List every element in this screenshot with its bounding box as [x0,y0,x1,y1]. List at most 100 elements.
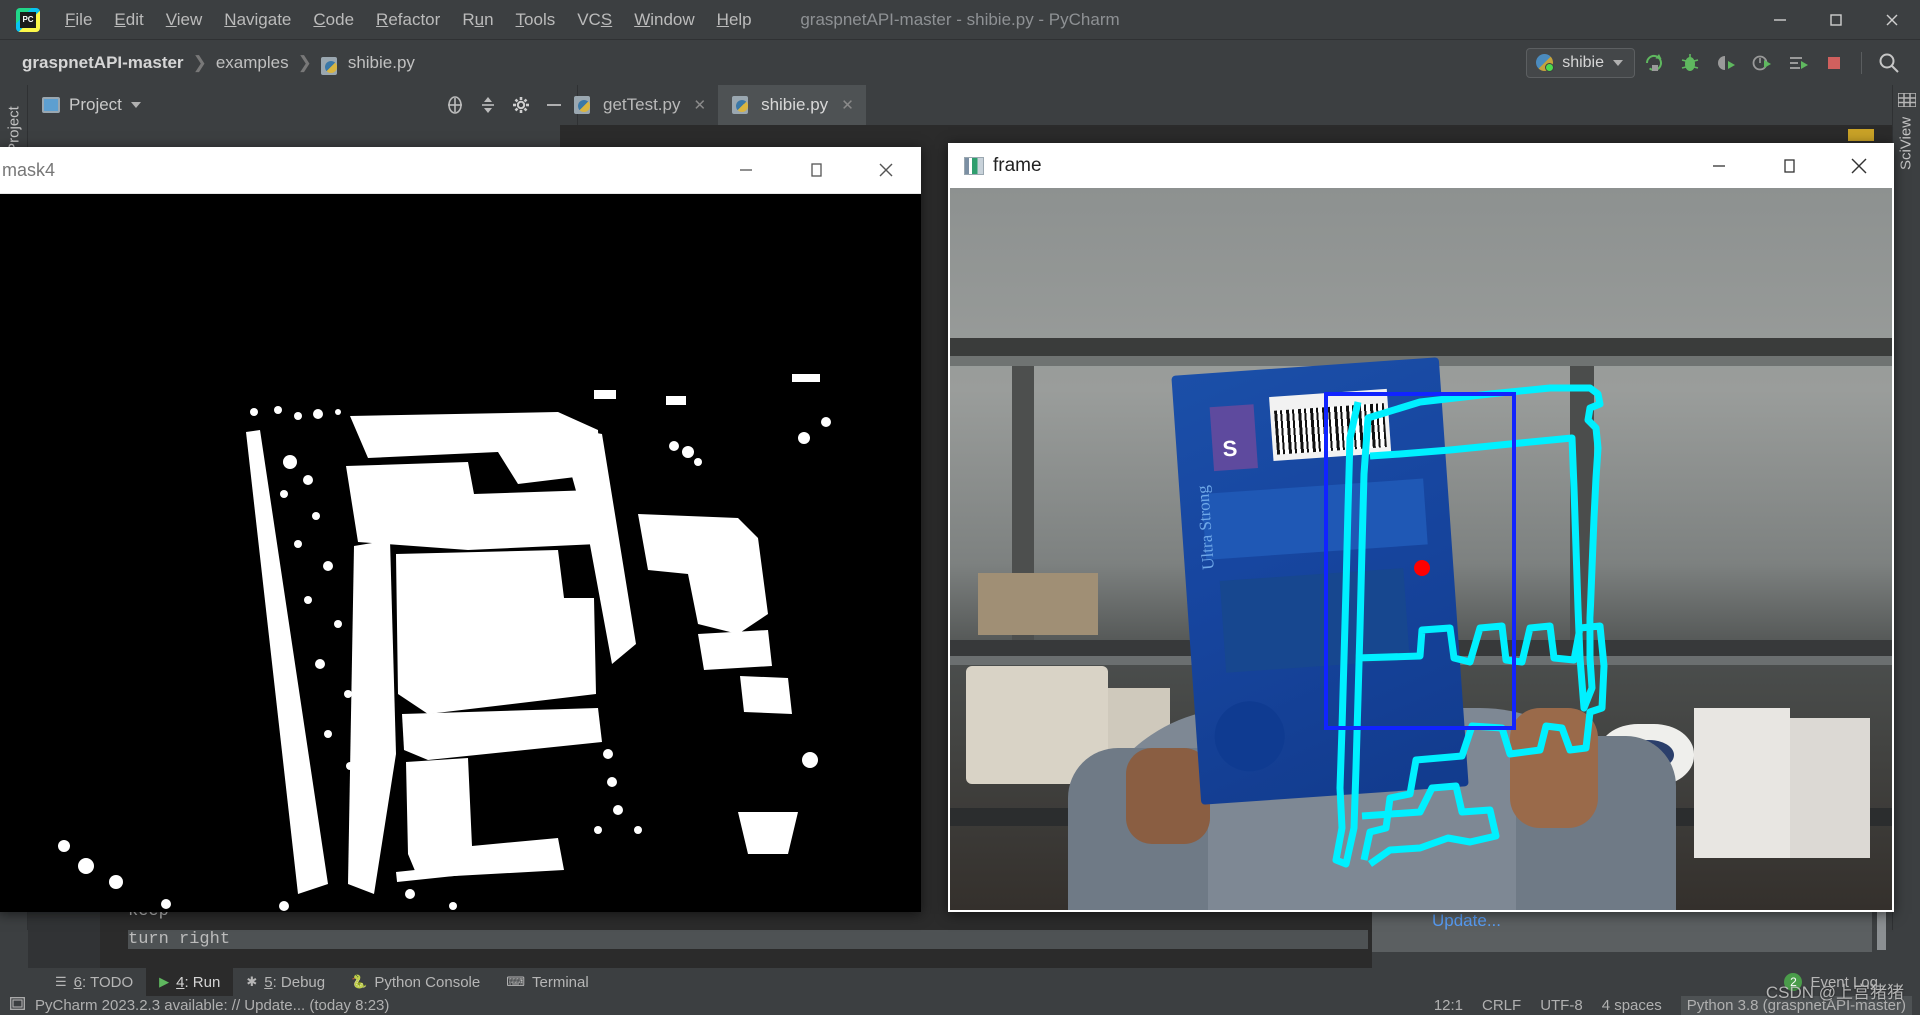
run-play-icon: ▶ [159,974,169,990]
bottom-tool-label: 6: TODO [74,974,133,991]
rerun-icon[interactable] [1637,47,1671,79]
window-controls [1752,0,1920,40]
message-box-icon [10,997,25,1014]
breadcrumb-separator-1: ❯ [193,53,207,73]
editor-tab-label: shibie.py [761,95,828,115]
concurrency-icon[interactable] [1781,47,1815,79]
minimize-icon[interactable] [1684,142,1754,189]
python-file-icon [321,57,337,75]
maximize-icon[interactable] [1808,0,1864,40]
run-config-label: shibie [1562,54,1604,72]
breadcrumb: graspnetAPI-master ❯ examples ❯ shibie.p… [22,53,415,73]
file-encoding[interactable]: UTF-8 [1540,997,1583,1014]
opencv-image-icon [964,157,984,175]
menu-item-code[interactable]: Code [302,6,365,34]
inspection-warning-marker[interactable] [1848,129,1874,141]
maximize-icon[interactable] [781,147,851,194]
close-icon[interactable] [1824,142,1894,189]
bottom-tool-terminal[interactable]: ⌨ Terminal [493,968,601,996]
bottom-tool-buttons: ☰6: TODO▶4: Run✱5: Debug🐍Python Console⌨… [42,968,602,996]
mask4-window-controls [711,147,921,194]
watermark: CSDN @上宫猪猪 [1766,978,1904,1003]
debug-icon[interactable] [1673,47,1707,79]
target-icon[interactable] [440,90,470,120]
mask4-canvas [0,194,921,912]
minimize-icon[interactable] [1752,0,1808,40]
editor-tab-shibie-py[interactable]: shibie.py ✕ [718,85,866,125]
close-icon[interactable]: ✕ [694,96,707,114]
menu-item-file[interactable]: File [54,6,103,34]
bottom-tool-label: 4: Run [176,974,220,991]
collapse-all-icon[interactable] [473,90,503,120]
console-line-1: turn right [128,930,1368,949]
pycharm-logo-icon [16,8,40,32]
todo-list-icon: ☰ [55,974,67,990]
breadcrumb-project[interactable]: graspnetAPI-master [22,53,184,73]
close-icon[interactable] [1864,0,1920,40]
status-message-group[interactable]: PyCharm 2023.2.3 available: // Update...… [10,997,389,1014]
editor-tabs: getTest.py ✕ shibie.py ✕ [560,85,866,125]
menu-item-view[interactable]: View [155,6,214,34]
menu-item-navigate[interactable]: Navigate [213,6,302,34]
project-view-icon [42,97,60,113]
menu-item-edit[interactable]: Edit [103,6,154,34]
menu-item-vcs[interactable]: VCS [566,6,623,34]
python-console-icon: 🐍 [351,974,367,990]
bottom-tool-window-bar: ☰6: TODO▶4: Run✱5: Debug🐍Python Console⌨… [0,968,1920,996]
terminal-icon: ⌨ [506,974,525,990]
coverage-icon[interactable] [1709,47,1743,79]
frame-window-controls [1684,142,1894,189]
right-tool-strip: SciView [1892,85,1920,930]
bottom-tool-debug[interactable]: ✱ 5: Debug [233,968,338,996]
frame-title: frame [993,155,1042,177]
chevron-down-icon[interactable] [131,102,141,108]
main-menu: FileEditViewNavigateCodeRefactorRunTools… [54,6,763,34]
line-separator[interactable]: CRLF [1482,997,1521,1014]
bottom-tool-label: Terminal [532,974,589,991]
bottom-tool-pythonconsole[interactable]: 🐍Python Console [338,968,493,996]
mask4-window[interactable]: mask4 [0,147,921,912]
editor-tab-label: getTest.py [603,95,681,115]
frame-title-bar: frame [948,143,1894,188]
bottom-tool-label: 5: Debug [264,974,325,991]
breadcrumb-file[interactable]: shibie.py [348,53,415,73]
close-icon[interactable] [851,147,921,194]
menu-item-help[interactable]: Help [706,6,763,34]
editor-tab-getTest-py[interactable]: getTest.py ✕ [560,85,718,125]
breadcrumb-folder[interactable]: examples [216,53,289,73]
title-bar: FileEditViewNavigateCodeRefactorRunTools… [0,0,1920,40]
maximize-icon[interactable] [1754,142,1824,189]
python-file-icon [574,96,590,114]
database-icon[interactable] [1898,93,1916,107]
search-icon[interactable] [1872,47,1906,79]
profiler-icon[interactable] [1745,47,1779,79]
indent-setting[interactable]: 4 spaces [1602,997,1662,1014]
status-message[interactable]: PyCharm 2023.2.3 available: // Update...… [35,997,389,1014]
bottom-tool-todo[interactable]: ☰ 6: TODO [42,968,146,996]
pycharm-window: FileEditViewNavigateCodeRefactorRunTools… [0,0,1920,1015]
debug-bug-icon: ✱ [246,974,257,990]
project-panel-title: Project [69,95,122,115]
update-link[interactable]: Update... [1432,911,1501,931]
navigation-bar: graspnetAPI-master ❯ examples ❯ shibie.p… [0,40,1920,85]
run-configuration-selector[interactable]: shibie [1526,48,1635,78]
breadcrumb-separator-2: ❯ [298,53,312,73]
menu-item-refactor[interactable]: Refactor [365,6,451,34]
stop-icon[interactable] [1817,47,1851,79]
menu-item-tools[interactable]: Tools [505,6,567,34]
minimize-icon[interactable] [711,147,781,194]
close-icon[interactable]: ✕ [841,96,854,114]
sidebar-item-sciview[interactable]: SciView [1898,116,1915,172]
bottom-tool-run[interactable]: ▶ 4: Run [146,968,233,996]
project-panel-tools [440,85,569,125]
menu-item-window[interactable]: Window [623,6,705,34]
mask4-title-bar: mask4 [0,147,921,194]
run-toolbar: shibie [1526,40,1906,85]
caret-position[interactable]: 12:1 [1434,997,1463,1014]
settings-gear-icon[interactable] [506,90,536,120]
menu-item-run[interactable]: Run [451,6,504,34]
status-bar: PyCharm 2023.2.3 available: // Update...… [0,996,1920,1015]
detection-centroid-marker [1414,560,1430,576]
tool-header-row: Project getTest.py ✕ shibie.py ✕ [0,85,1920,125]
python-config-icon [1536,54,1553,71]
